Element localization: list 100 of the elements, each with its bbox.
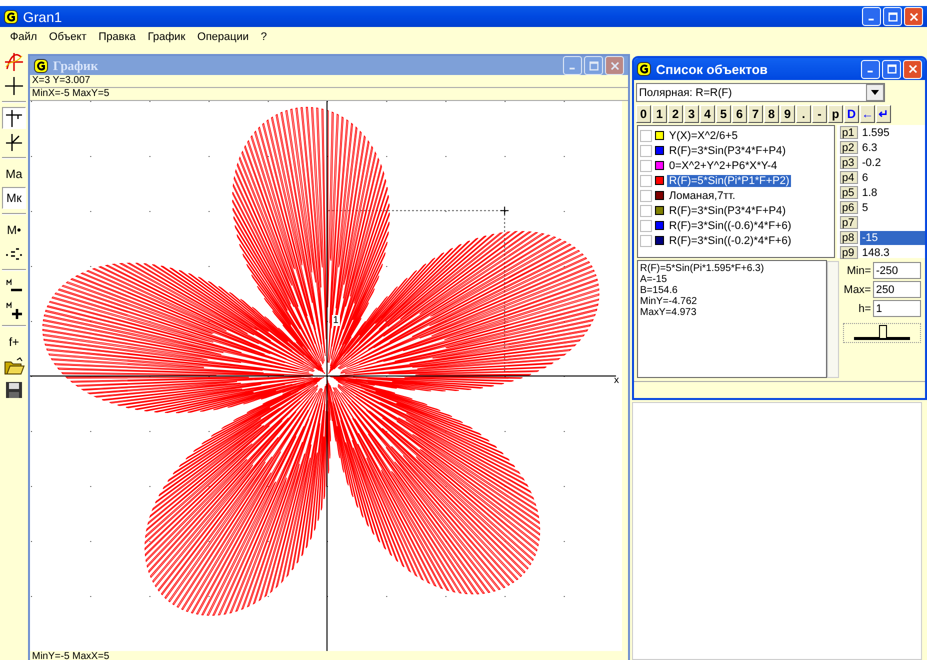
tick-label: 1 [332, 315, 340, 326]
checkbox[interactable] [640, 234, 652, 246]
close-button[interactable] [903, 60, 922, 78]
tool-button[interactable]: Mк [2, 187, 26, 209]
close-icon[interactable] [908, 10, 920, 22]
axis-label: x [614, 375, 619, 386]
checkbox[interactable] [640, 160, 652, 172]
param-value[interactable]: 1.595 [860, 126, 925, 140]
keypad-key[interactable]: ← [860, 105, 875, 123]
param-value[interactable]: 6.3 [860, 140, 925, 154]
object-item[interactable]: R(F)=3*Sin(P3*4*F+P4) [667, 204, 788, 216]
keypad-key[interactable]: p [828, 105, 843, 123]
menu-item[interactable]: ? [254, 31, 273, 43]
input-field[interactable]: 250 [873, 281, 921, 298]
window-title: Gran1 [23, 8, 62, 24]
close-button[interactable] [904, 7, 923, 26]
keypad-key[interactable]: 1 [652, 105, 667, 123]
menu-item[interactable]: График [142, 31, 192, 43]
info-line: MinY=-4.762 [640, 296, 698, 307]
field-label: Max= [844, 284, 871, 296]
checkbox[interactable] [640, 190, 652, 202]
field-label: h= [858, 302, 871, 314]
keypad-key[interactable]: 4 [700, 105, 715, 123]
object-item[interactable]: Ломаная,7тт. [667, 190, 738, 202]
object-item[interactable]: 0=X^2+Y^2+P6*X*Y-4 [667, 160, 780, 172]
param-value[interactable]: -0.2 [860, 156, 925, 170]
checkbox[interactable] [640, 144, 652, 156]
object-item[interactable]: Y(X)=X^2/6+5 [667, 130, 740, 142]
param-value[interactable]: 5 [860, 200, 925, 214]
param-button[interactable]: p2 [840, 141, 858, 154]
param-button[interactable]: p1 [840, 126, 858, 139]
param-value[interactable]: 148.3 [860, 246, 925, 260]
info-line: A=-15 [640, 274, 668, 285]
maximize-icon[interactable] [886, 63, 898, 75]
curve-type-dropdown[interactable]: Полярная: R=R(F) [636, 83, 885, 102]
param-button[interactable]: p3 [840, 156, 858, 169]
checkbox[interactable] [640, 204, 652, 216]
cross-tool-icon[interactable] [2, 107, 26, 129]
maximize-button[interactable] [882, 60, 901, 78]
param-button[interactable]: p4 [840, 171, 858, 184]
close-button[interactable] [605, 56, 624, 75]
minimize-button[interactable] [862, 7, 881, 26]
param-button[interactable]: p9 [840, 246, 858, 259]
object-item[interactable]: R(F)=3*Sin(P3*4*F+P4) [667, 144, 788, 156]
keypad-key[interactable]: 2 [668, 105, 683, 123]
checkbox[interactable] [640, 130, 652, 142]
keypad-key[interactable]: D [844, 105, 859, 123]
keypad-key[interactable]: 7 [748, 105, 763, 123]
field-label: Min= [846, 264, 871, 276]
keypad-key[interactable]: - [812, 105, 827, 123]
info-line: MaxY=4.973 [640, 307, 698, 318]
curve-tool-icon[interactable] [2, 51, 26, 73]
app-logo-icon [34, 58, 48, 72]
minimize-button[interactable] [861, 60, 880, 78]
scrollbar[interactable] [827, 261, 839, 378]
keypad-key[interactable]: 3 [684, 105, 699, 123]
menu-item[interactable]: Объект [43, 31, 93, 43]
window-title: Список объектов [656, 62, 768, 76]
window-title: График [53, 58, 98, 74]
tool-button[interactable]: Ma [2, 163, 26, 185]
checkbox[interactable] [640, 220, 652, 232]
tool-button[interactable]: M• [2, 219, 26, 241]
param-button[interactable]: p6 [840, 201, 858, 214]
close-icon[interactable] [608, 60, 620, 72]
info-line: R(F)=5*Sin(Pi*1.595*F+6.3) [640, 263, 765, 274]
info-line: B=154.6 [640, 285, 679, 296]
maximize-icon[interactable] [886, 10, 898, 22]
menu-item[interactable]: Файл [4, 31, 44, 43]
maximize-button[interactable] [883, 7, 902, 26]
input-field[interactable]: -250 [873, 262, 921, 279]
plus-tool-icon[interactable] [2, 75, 26, 97]
param-button[interactable]: p7 [840, 216, 858, 229]
keypad-key[interactable]: ↵ [876, 105, 891, 123]
param-button[interactable]: p8 [840, 231, 858, 244]
menu-item[interactable]: Операции [191, 31, 255, 43]
range-readout: MinY=-5 MaxX=5 [30, 651, 628, 660]
folder-tool-icon[interactable] [2, 355, 26, 377]
param-value[interactable]: -15 [860, 230, 925, 244]
keypad-key[interactable]: 9 [780, 105, 795, 123]
keypad-key[interactable]: . [796, 105, 811, 123]
menu-item[interactable]: Правка [92, 31, 142, 43]
object-item[interactable]: R(F)=5*Sin(Pi*P1*F+P2) [667, 174, 792, 186]
slider-thumb[interactable] [879, 324, 887, 338]
app-logo-icon [637, 62, 651, 76]
object-item[interactable]: R(F)=3*Sin((-0.2)*4*F+6) [667, 234, 794, 246]
input-field[interactable]: 1 [873, 300, 921, 317]
keypad-key[interactable]: 0 [636, 105, 651, 123]
keypad-key[interactable]: 6 [732, 105, 747, 123]
checkbox[interactable] [640, 174, 652, 186]
keypad-key[interactable]: 8 [764, 105, 779, 123]
tool-button[interactable]: f+ [2, 331, 26, 353]
app-logo-icon [4, 10, 18, 24]
param-value[interactable]: 1.8 [860, 186, 925, 200]
close-icon[interactable] [906, 63, 918, 75]
param-button[interactable]: p5 [840, 186, 858, 199]
cursor-readout: X=3 Y=3.007 [30, 75, 628, 88]
keypad-key[interactable]: 5 [716, 105, 731, 123]
slider[interactable] [843, 323, 921, 343]
object-item[interactable]: R(F)=3*Sin((-0.6)*4*F+6) [667, 220, 794, 232]
param-value[interactable]: 6 [860, 170, 925, 184]
